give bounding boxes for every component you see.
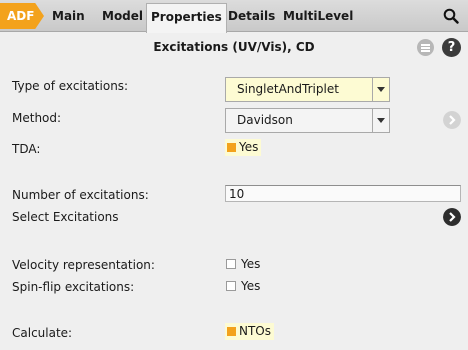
velocity-label: Velocity representation:: [12, 258, 155, 272]
chevron-down-icon: [377, 118, 385, 123]
num-excitations-label: Number of excitations:: [12, 188, 149, 202]
spinflip-label: Spin-flip excitations:: [12, 280, 135, 294]
dropdown-arrow[interactable]: [372, 109, 389, 132]
calculate-label: Calculate:: [12, 326, 73, 340]
tab-model[interactable]: Model: [102, 3, 143, 29]
tab-bar: ADF Main Model Properties Details MultiL…: [0, 0, 468, 33]
spinflip-value: Yes: [241, 279, 261, 293]
tda-checkbox[interactable]: Yes: [225, 139, 262, 156]
select-excitations-button[interactable]: [443, 208, 461, 226]
velocity-value: Yes: [241, 257, 261, 271]
select-excitations-label: Select Excitations: [12, 210, 119, 224]
type-dropdown[interactable]: SingletAndTriplet: [225, 77, 390, 102]
tab-details[interactable]: Details: [228, 3, 275, 29]
method-value: Davidson: [237, 113, 293, 127]
tab-adf[interactable]: ADF: [0, 3, 44, 29]
panel-title: Excitations (UV/Vis), CD: [153, 40, 315, 54]
method-dropdown[interactable]: Davidson: [225, 108, 390, 133]
type-value: SingletAndTriplet: [237, 82, 339, 96]
tda-value: Yes: [239, 140, 259, 154]
calculate-value: NTOs: [239, 324, 272, 338]
checkbox-checked-icon: [227, 143, 236, 152]
help-icon[interactable]: ?: [442, 38, 461, 57]
tab-properties[interactable]: Properties: [146, 3, 227, 33]
velocity-checkbox[interactable]: [226, 259, 236, 269]
calculate-ntos-checkbox[interactable]: NTOs: [225, 323, 275, 340]
method-label: Method:: [12, 111, 62, 125]
method-details-button[interactable]: [443, 111, 461, 129]
menu-icon[interactable]: [417, 39, 434, 56]
chevron-down-icon: [377, 87, 385, 92]
num-excitations-input[interactable]: [225, 185, 461, 202]
tab-multilevel[interactable]: MultiLevel: [283, 3, 353, 29]
checkbox-checked-icon: [227, 327, 236, 336]
type-label: Type of excitations:: [12, 79, 129, 93]
dropdown-arrow[interactable]: [372, 78, 389, 101]
tda-label: TDA:: [12, 142, 41, 156]
spinflip-checkbox[interactable]: [226, 281, 236, 291]
tab-main[interactable]: Main: [52, 3, 85, 29]
search-icon[interactable]: [443, 8, 459, 24]
